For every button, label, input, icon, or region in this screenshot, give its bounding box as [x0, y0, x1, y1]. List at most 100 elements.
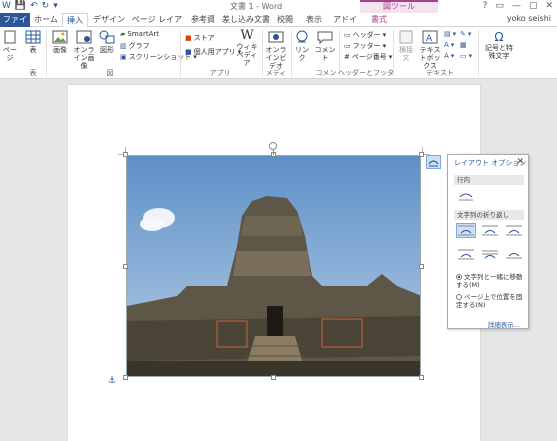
- user-name[interactable]: yoko seishi: [507, 14, 551, 23]
- tab-mailings[interactable]: 差し込み文書: [222, 13, 270, 27]
- chart-button[interactable]: ▥ グラフ: [120, 41, 150, 51]
- fix-position-option[interactable]: ページ上で位置を固定する(N): [456, 293, 526, 309]
- redo-icon[interactable]: ↻: [42, 1, 50, 12]
- calendar-icon: ▦: [460, 41, 467, 49]
- wrap-top-bottom-option[interactable]: [456, 247, 476, 262]
- layout-options-button[interactable]: [426, 155, 441, 169]
- dropdown-arrow-icon: ▾: [388, 53, 393, 61]
- ribbon-display-icon[interactable]: ▭: [495, 1, 504, 11]
- dropdown-arrow-icon: ▾: [452, 30, 457, 38]
- word-logo-icon: W: [2, 1, 11, 11]
- in-front-text-icon: [506, 253, 522, 259]
- tab-page-layout[interactable]: ページ レイアウト: [128, 13, 186, 37]
- drop-cap-button[interactable]: A ▾: [444, 52, 454, 60]
- apps-icon: ■: [185, 48, 192, 56]
- tab-format[interactable]: 書式: [366, 13, 392, 27]
- dropdown-arrow-icon: ▾: [450, 41, 455, 49]
- save-icon[interactable]: 💾: [15, 1, 26, 12]
- smartart-icon: ▰: [120, 30, 126, 38]
- footer-button[interactable]: ▭ フッター ▾: [344, 41, 386, 51]
- page-button[interactable]: ページ: [2, 30, 18, 62]
- date-time-button[interactable]: ▦: [460, 41, 467, 49]
- move-with-text-option[interactable]: 文字列と一緒に移動する(M): [456, 273, 526, 289]
- picture-button[interactable]: 画像: [50, 30, 70, 54]
- tab-insert[interactable]: 挿入: [62, 13, 88, 28]
- header-button[interactable]: ▭ ヘッダー ▾: [344, 30, 386, 40]
- tab-references[interactable]: 参考資料: [188, 13, 218, 37]
- table-icon: [25, 30, 41, 44]
- wrap-tight-option[interactable]: [480, 223, 500, 238]
- page-number-button[interactable]: # ページ番号 ▾: [344, 52, 392, 62]
- wrap-in-front-option[interactable]: [504, 247, 524, 262]
- tab-addins[interactable]: アドイン: [330, 13, 360, 37]
- link-icon: [296, 30, 308, 43]
- section-inline: 行内: [454, 175, 524, 185]
- footer-icon: ▭: [344, 42, 351, 50]
- tab-home[interactable]: ホーム: [32, 13, 60, 27]
- wrap-behind-option[interactable]: [480, 247, 500, 262]
- undo-icon[interactable]: ↶: [30, 1, 38, 12]
- online-picture-button[interactable]: オンライン画像: [72, 30, 96, 70]
- my-apps-button[interactable]: ■ 個人用アプリ ▾: [185, 47, 241, 57]
- help-icon[interactable]: ?: [483, 1, 488, 11]
- panel-title: レイアウト オプション: [454, 159, 527, 167]
- resize-handle-bottom[interactable]: [271, 375, 276, 380]
- rotate-handle[interactable]: [269, 142, 277, 150]
- resize-handle-bottom-left[interactable]: [123, 375, 128, 380]
- minimize-icon[interactable]: —: [512, 1, 521, 11]
- through-wrap-icon: [506, 225, 522, 236]
- ribbon-tabs: ファイル ホーム 挿入 デザイン ページ レイアウト 参考資料 差し込み文書 校…: [0, 13, 557, 37]
- textbox-button[interactable]: A テキストボックス: [418, 30, 442, 70]
- resize-handle-right[interactable]: [419, 264, 424, 269]
- quick-parts-button[interactable]: ▤ ▾: [444, 30, 456, 38]
- wordart-icon: A: [444, 41, 449, 49]
- close-icon[interactable]: ✕: [545, 1, 553, 11]
- resize-handle-top-right[interactable]: [419, 152, 424, 157]
- signature-icon: ✎: [460, 30, 466, 38]
- smartart-button[interactable]: ▰ SmartArt: [120, 30, 159, 38]
- tab-view[interactable]: 表示: [302, 13, 326, 27]
- wrap-square-option[interactable]: [456, 223, 476, 238]
- ribbon-insert: ページ 表 表 画像 オンライン画像 図形 ▰ SmartArt ▥ グラフ ▣ スク…: [0, 27, 557, 87]
- customize-qat-icon[interactable]: ▾: [53, 1, 58, 12]
- table-button[interactable]: 表: [24, 30, 42, 54]
- object-button[interactable]: ▭ ▾: [460, 52, 472, 60]
- wrap-inline-option[interactable]: [456, 189, 476, 204]
- shapes-icon: [99, 30, 115, 44]
- resize-handle-top-left[interactable]: [123, 152, 128, 157]
- symbol-button[interactable]: Ω 記号と特殊文字: [482, 30, 516, 60]
- wikipedia-icon: W: [240, 28, 254, 43]
- quick-parts-icon: ▤: [444, 30, 451, 38]
- anchor-icon[interactable]: ⚓: [108, 376, 116, 386]
- signature-line-button[interactable]: ✎ ▾: [460, 30, 471, 38]
- panel-close-icon[interactable]: ✕: [516, 157, 524, 167]
- link-button[interactable]: リンク: [294, 30, 310, 62]
- shapes-button[interactable]: 図形: [98, 30, 116, 54]
- maximize-icon[interactable]: ▢: [529, 1, 538, 11]
- inserted-picture[interactable]: [126, 155, 421, 377]
- store-button[interactable]: ■ ストア: [185, 33, 215, 43]
- tab-review[interactable]: 校閲: [273, 13, 297, 27]
- see-more-link[interactable]: 詳細表示...: [488, 319, 520, 329]
- omega-icon: Ω: [494, 30, 504, 44]
- wordart-button[interactable]: A ▾: [444, 41, 454, 49]
- rotate-handle-line: [273, 150, 274, 155]
- dropdown-arrow-icon: ▾: [468, 52, 473, 60]
- cover-text-button[interactable]: 横接文: [396, 30, 416, 62]
- window-controls: ? ▭ — ▢ ✕: [483, 1, 553, 11]
- radio-selected-icon: [456, 274, 462, 280]
- svg-text:A: A: [426, 34, 433, 44]
- tab-file[interactable]: ファイル: [0, 13, 30, 37]
- chart-icon: ▥: [120, 42, 127, 50]
- resize-handle-bottom-right[interactable]: [419, 375, 424, 380]
- online-video-button[interactable]: オンラインビデオ: [264, 30, 288, 70]
- page-number-icon: #: [344, 53, 350, 61]
- wrap-through-option[interactable]: [504, 223, 524, 238]
- online-picture-icon: [76, 30, 92, 44]
- resize-handle-left[interactable]: [123, 264, 128, 269]
- drop-cap-icon: A: [444, 52, 449, 60]
- comment-button[interactable]: コメント: [314, 30, 336, 62]
- tab-design[interactable]: デザイン: [92, 13, 126, 27]
- dropdown-arrow-icon: ▾: [382, 42, 387, 50]
- wikipedia-button[interactable]: W ウィキペディア: [236, 28, 258, 68]
